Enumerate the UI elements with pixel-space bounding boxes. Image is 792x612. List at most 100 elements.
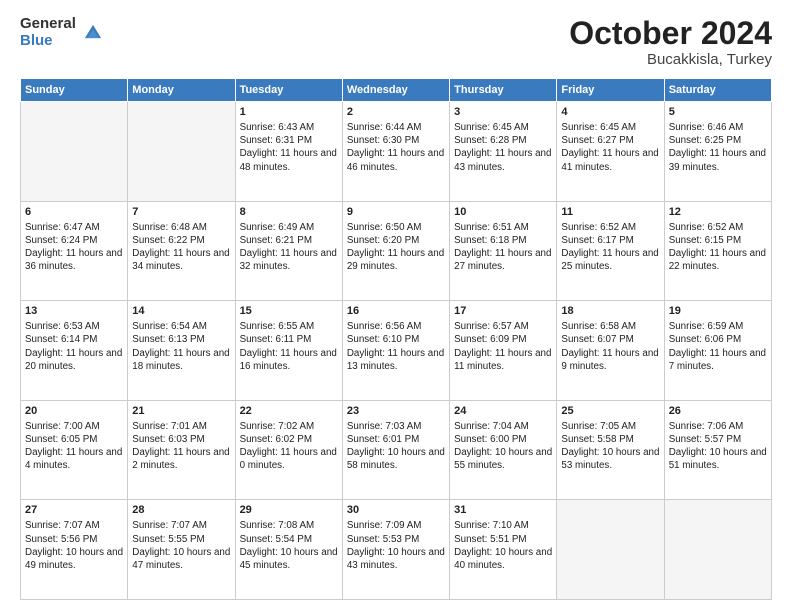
calendar-table: SundayMondayTuesdayWednesdayThursdayFrid… xyxy=(20,78,772,600)
day-info: Sunrise: 7:06 AM Sunset: 5:57 PM Dayligh… xyxy=(669,420,767,473)
day-number: 25 xyxy=(561,404,659,419)
day-number: 15 xyxy=(240,304,338,319)
day-info: Sunrise: 6:51 AM Sunset: 6:18 PM Dayligh… xyxy=(454,221,552,274)
logo-blue: Blue xyxy=(20,33,76,50)
calendar-cell: 23Sunrise: 7:03 AM Sunset: 6:01 PM Dayli… xyxy=(342,400,449,500)
calendar-cell: 17Sunrise: 6:57 AM Sunset: 6:09 PM Dayli… xyxy=(450,301,557,401)
day-info: Sunrise: 7:08 AM Sunset: 5:54 PM Dayligh… xyxy=(240,519,338,572)
day-info: Sunrise: 6:57 AM Sunset: 6:09 PM Dayligh… xyxy=(454,320,552,373)
day-number: 2 xyxy=(347,105,445,120)
calendar-cell: 16Sunrise: 6:56 AM Sunset: 6:10 PM Dayli… xyxy=(342,301,449,401)
day-number: 3 xyxy=(454,105,552,120)
calendar-cell xyxy=(557,500,664,600)
day-number: 12 xyxy=(669,205,767,220)
weekday-header-tuesday: Tuesday xyxy=(235,79,342,102)
day-info: Sunrise: 7:05 AM Sunset: 5:58 PM Dayligh… xyxy=(561,420,659,473)
week-row-3: 13Sunrise: 6:53 AM Sunset: 6:14 PM Dayli… xyxy=(21,301,772,401)
calendar-cell: 21Sunrise: 7:01 AM Sunset: 6:03 PM Dayli… xyxy=(128,400,235,500)
day-info: Sunrise: 6:48 AM Sunset: 6:22 PM Dayligh… xyxy=(132,221,230,274)
day-number: 14 xyxy=(132,304,230,319)
calendar-cell: 2Sunrise: 6:44 AM Sunset: 6:30 PM Daylig… xyxy=(342,102,449,202)
calendar-cell: 1Sunrise: 6:43 AM Sunset: 6:31 PM Daylig… xyxy=(235,102,342,202)
calendar-cell: 5Sunrise: 6:46 AM Sunset: 6:25 PM Daylig… xyxy=(664,102,771,202)
calendar-cell: 13Sunrise: 6:53 AM Sunset: 6:14 PM Dayli… xyxy=(21,301,128,401)
day-info: Sunrise: 6:53 AM Sunset: 6:14 PM Dayligh… xyxy=(25,320,123,373)
day-info: Sunrise: 7:02 AM Sunset: 6:02 PM Dayligh… xyxy=(240,420,338,473)
day-info: Sunrise: 6:47 AM Sunset: 6:24 PM Dayligh… xyxy=(25,221,123,274)
page: General Blue October 2024 Bucakkisla, Tu… xyxy=(0,0,792,612)
day-number: 31 xyxy=(454,503,552,518)
day-info: Sunrise: 7:09 AM Sunset: 5:53 PM Dayligh… xyxy=(347,519,445,572)
calendar-cell: 14Sunrise: 6:54 AM Sunset: 6:13 PM Dayli… xyxy=(128,301,235,401)
day-info: Sunrise: 7:01 AM Sunset: 6:03 PM Dayligh… xyxy=(132,420,230,473)
day-info: Sunrise: 6:56 AM Sunset: 6:10 PM Dayligh… xyxy=(347,320,445,373)
day-number: 1 xyxy=(240,105,338,120)
day-info: Sunrise: 7:04 AM Sunset: 6:00 PM Dayligh… xyxy=(454,420,552,473)
day-number: 26 xyxy=(669,404,767,419)
day-number: 20 xyxy=(25,404,123,419)
day-info: Sunrise: 6:52 AM Sunset: 6:15 PM Dayligh… xyxy=(669,221,767,274)
day-number: 22 xyxy=(240,404,338,419)
day-number: 24 xyxy=(454,404,552,419)
calendar-cell: 8Sunrise: 6:49 AM Sunset: 6:21 PM Daylig… xyxy=(235,201,342,301)
calendar-cell: 19Sunrise: 6:59 AM Sunset: 6:06 PM Dayli… xyxy=(664,301,771,401)
calendar-cell: 9Sunrise: 6:50 AM Sunset: 6:20 PM Daylig… xyxy=(342,201,449,301)
day-info: Sunrise: 6:55 AM Sunset: 6:11 PM Dayligh… xyxy=(240,320,338,373)
day-info: Sunrise: 6:50 AM Sunset: 6:20 PM Dayligh… xyxy=(347,221,445,274)
day-info: Sunrise: 7:10 AM Sunset: 5:51 PM Dayligh… xyxy=(454,519,552,572)
day-info: Sunrise: 6:44 AM Sunset: 6:30 PM Dayligh… xyxy=(347,121,445,174)
day-number: 23 xyxy=(347,404,445,419)
day-number: 9 xyxy=(347,205,445,220)
day-info: Sunrise: 6:52 AM Sunset: 6:17 PM Dayligh… xyxy=(561,221,659,274)
day-number: 4 xyxy=(561,105,659,120)
day-info: Sunrise: 7:00 AM Sunset: 6:05 PM Dayligh… xyxy=(25,420,123,473)
day-number: 13 xyxy=(25,304,123,319)
day-number: 21 xyxy=(132,404,230,419)
calendar-cell: 4Sunrise: 6:45 AM Sunset: 6:27 PM Daylig… xyxy=(557,102,664,202)
day-number: 11 xyxy=(561,205,659,220)
week-row-2: 6Sunrise: 6:47 AM Sunset: 6:24 PM Daylig… xyxy=(21,201,772,301)
calendar-cell xyxy=(21,102,128,202)
day-number: 28 xyxy=(132,503,230,518)
logo-general: General xyxy=(20,16,76,33)
weekday-header-wednesday: Wednesday xyxy=(342,79,449,102)
logo: General Blue xyxy=(20,16,104,49)
day-number: 8 xyxy=(240,205,338,220)
calendar-cell: 3Sunrise: 6:45 AM Sunset: 6:28 PM Daylig… xyxy=(450,102,557,202)
calendar-cell: 7Sunrise: 6:48 AM Sunset: 6:22 PM Daylig… xyxy=(128,201,235,301)
day-info: Sunrise: 6:45 AM Sunset: 6:27 PM Dayligh… xyxy=(561,121,659,174)
weekday-header-saturday: Saturday xyxy=(664,79,771,102)
week-row-1: 1Sunrise: 6:43 AM Sunset: 6:31 PM Daylig… xyxy=(21,102,772,202)
day-info: Sunrise: 6:49 AM Sunset: 6:21 PM Dayligh… xyxy=(240,221,338,274)
weekday-header-thursday: Thursday xyxy=(450,79,557,102)
calendar-cell: 18Sunrise: 6:58 AM Sunset: 6:07 PM Dayli… xyxy=(557,301,664,401)
calendar-cell: 24Sunrise: 7:04 AM Sunset: 6:00 PM Dayli… xyxy=(450,400,557,500)
header: General Blue October 2024 Bucakkisla, Tu… xyxy=(20,16,772,68)
weekday-header-monday: Monday xyxy=(128,79,235,102)
week-row-4: 20Sunrise: 7:00 AM Sunset: 6:05 PM Dayli… xyxy=(21,400,772,500)
day-info: Sunrise: 7:03 AM Sunset: 6:01 PM Dayligh… xyxy=(347,420,445,473)
calendar-cell: 31Sunrise: 7:10 AM Sunset: 5:51 PM Dayli… xyxy=(450,500,557,600)
calendar-cell: 6Sunrise: 6:47 AM Sunset: 6:24 PM Daylig… xyxy=(21,201,128,301)
calendar-cell: 15Sunrise: 6:55 AM Sunset: 6:11 PM Dayli… xyxy=(235,301,342,401)
calendar-cell: 25Sunrise: 7:05 AM Sunset: 5:58 PM Dayli… xyxy=(557,400,664,500)
calendar-cell: 10Sunrise: 6:51 AM Sunset: 6:18 PM Dayli… xyxy=(450,201,557,301)
title-block: October 2024 Bucakkisla, Turkey xyxy=(569,16,772,68)
calendar-cell: 20Sunrise: 7:00 AM Sunset: 6:05 PM Dayli… xyxy=(21,400,128,500)
calendar-cell: 28Sunrise: 7:07 AM Sunset: 5:55 PM Dayli… xyxy=(128,500,235,600)
day-number: 27 xyxy=(25,503,123,518)
day-info: Sunrise: 6:43 AM Sunset: 6:31 PM Dayligh… xyxy=(240,121,338,174)
week-row-5: 27Sunrise: 7:07 AM Sunset: 5:56 PM Dayli… xyxy=(21,500,772,600)
calendar-cell: 22Sunrise: 7:02 AM Sunset: 6:02 PM Dayli… xyxy=(235,400,342,500)
day-info: Sunrise: 6:59 AM Sunset: 6:06 PM Dayligh… xyxy=(669,320,767,373)
day-number: 6 xyxy=(25,205,123,220)
location-subtitle: Bucakkisla, Turkey xyxy=(569,51,772,68)
day-number: 30 xyxy=(347,503,445,518)
calendar-cell: 12Sunrise: 6:52 AM Sunset: 6:15 PM Dayli… xyxy=(664,201,771,301)
calendar-cell: 11Sunrise: 6:52 AM Sunset: 6:17 PM Dayli… xyxy=(557,201,664,301)
logo-text: General Blue xyxy=(20,16,76,49)
calendar-cell: 26Sunrise: 7:06 AM Sunset: 5:57 PM Dayli… xyxy=(664,400,771,500)
logo-icon xyxy=(82,22,104,44)
weekday-header-sunday: Sunday xyxy=(21,79,128,102)
calendar-cell: 30Sunrise: 7:09 AM Sunset: 5:53 PM Dayli… xyxy=(342,500,449,600)
